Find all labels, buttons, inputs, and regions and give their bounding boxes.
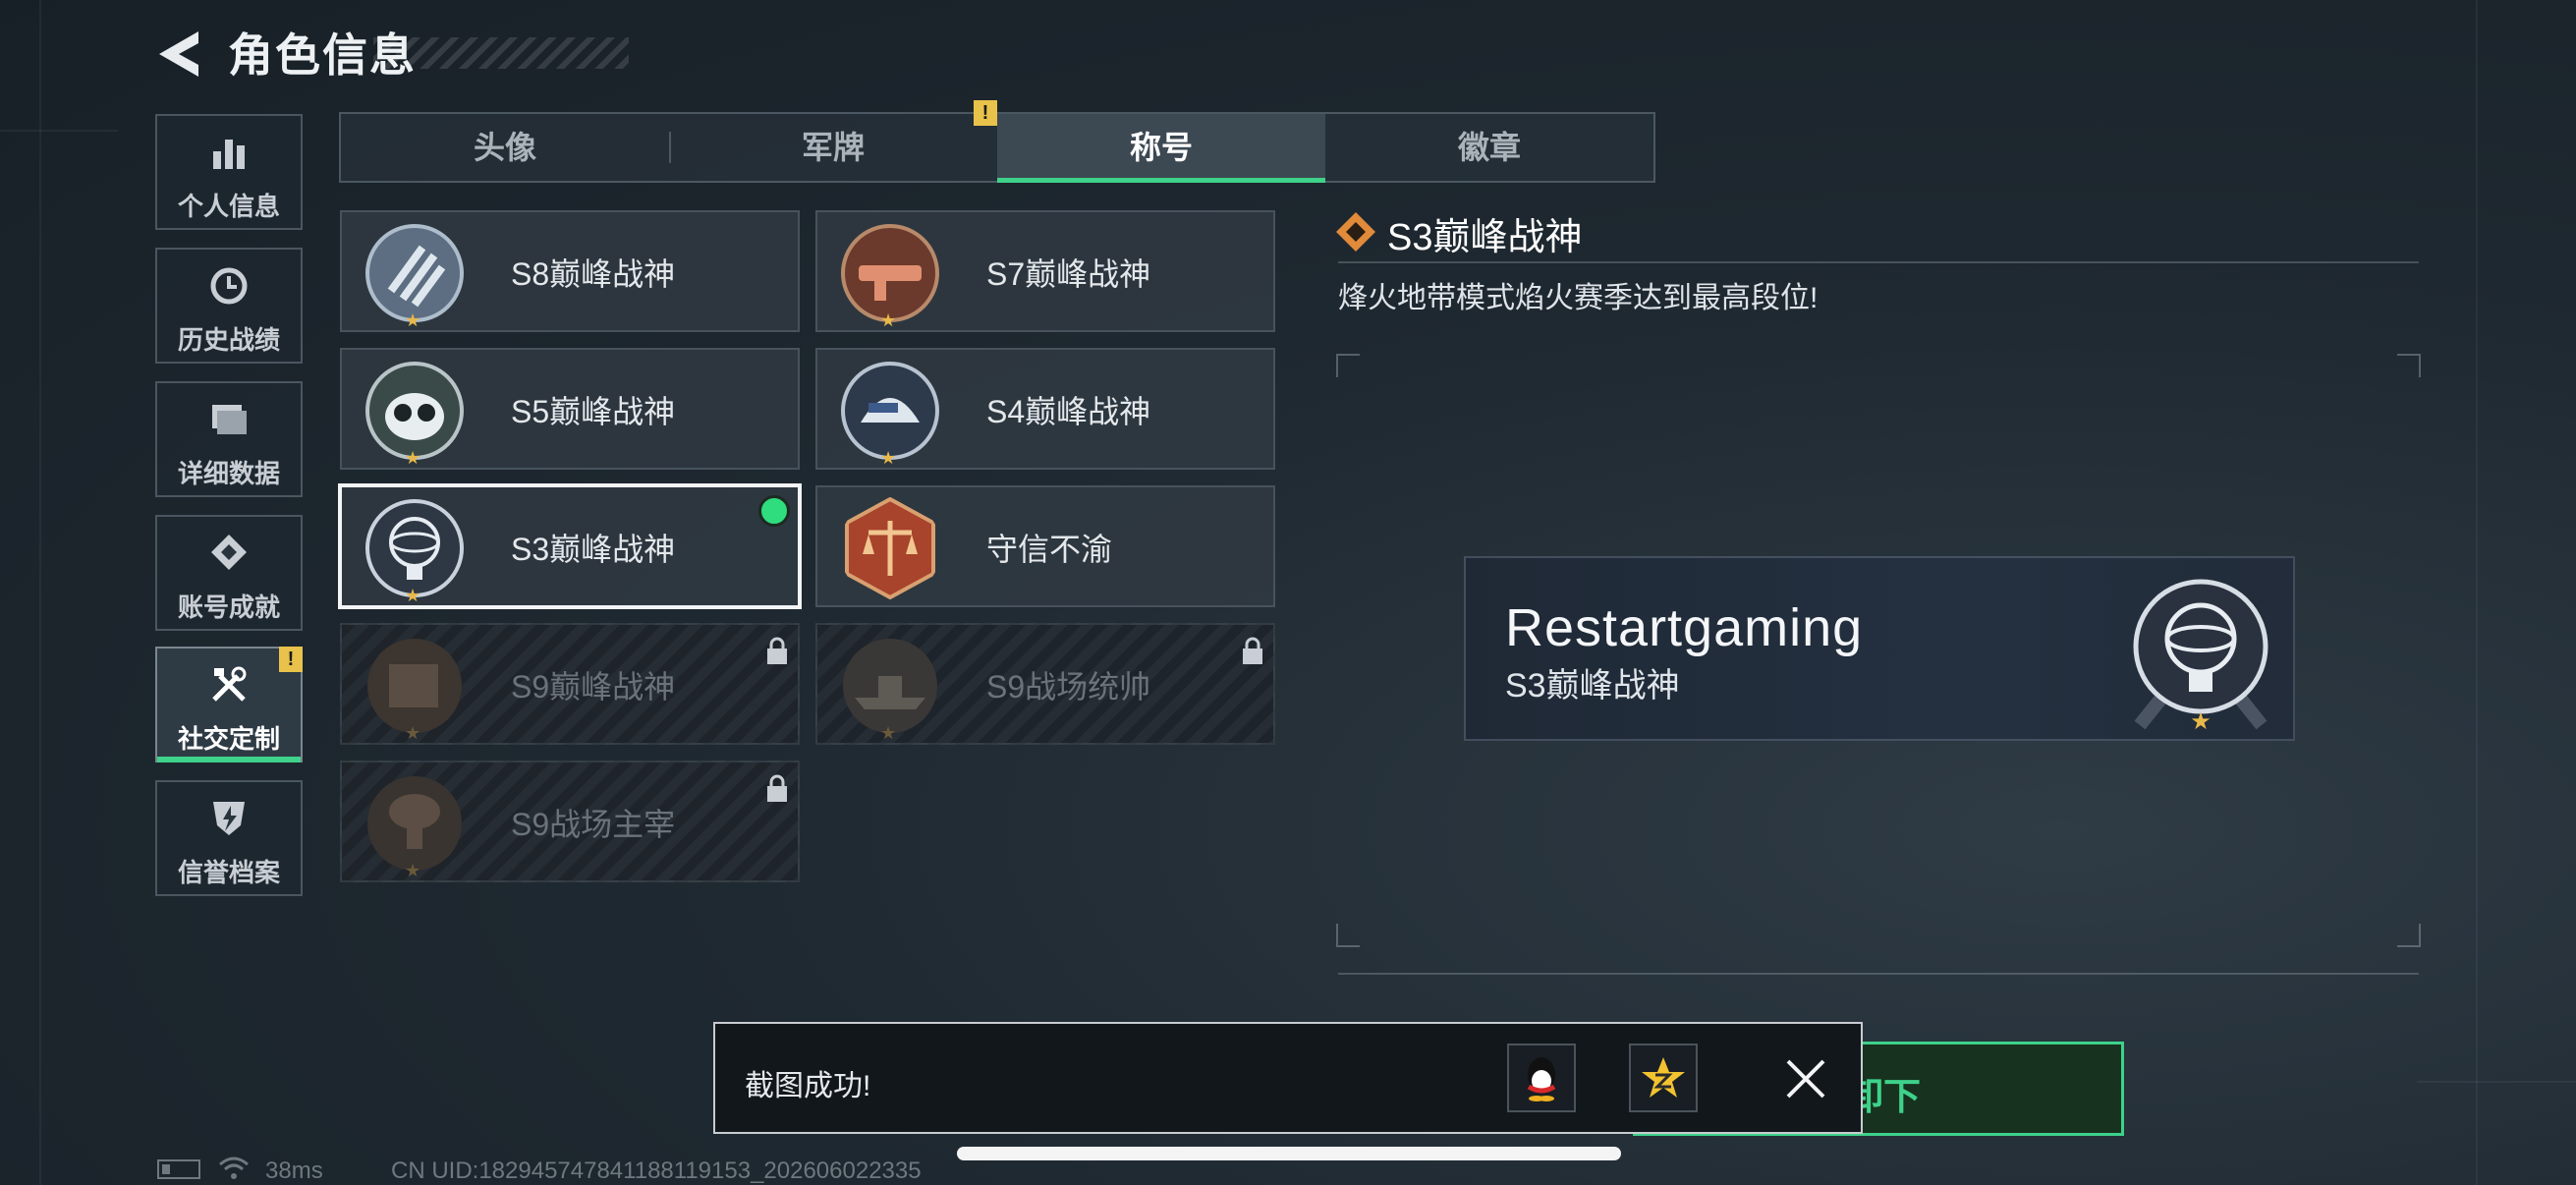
s3-emblem-icon: ★ bbox=[2133, 579, 2268, 735]
title-card-s5[interactable]: ★ S5巅峰战神 bbox=[340, 348, 800, 470]
sidebar-item-social[interactable]: 社交定制 ! bbox=[155, 647, 303, 762]
frame-corner bbox=[2397, 354, 2421, 377]
lock-icon bbox=[767, 637, 787, 664]
sidebar-item-label: 详细数据 bbox=[177, 459, 280, 488]
qq-icon bbox=[1527, 1057, 1556, 1101]
ping-text: 38ms bbox=[265, 1157, 323, 1184]
home-indicator[interactable] bbox=[957, 1147, 1621, 1160]
preview-title: S3巅峰战神 bbox=[1505, 667, 1680, 705]
folder-icon bbox=[157, 399, 301, 440]
svg-text:★: ★ bbox=[2190, 707, 2212, 735]
sidebar-item-label: 社交定制 bbox=[177, 724, 280, 754]
qzone-star-icon bbox=[1642, 1057, 1685, 1098]
s9-emblem-icon bbox=[367, 639, 462, 733]
sidebar-item-achievements[interactable]: 账号成就 bbox=[155, 515, 303, 631]
frame-corner bbox=[1336, 354, 1360, 377]
history-icon bbox=[157, 265, 301, 307]
equipped-indicator bbox=[758, 495, 790, 527]
sidebar-item-history[interactable]: 历史战绩 bbox=[155, 248, 303, 364]
alert-badge: ! bbox=[279, 647, 303, 672]
title-card-s8[interactable]: ★ S8巅峰战神 bbox=[340, 210, 800, 332]
bg-grid-line bbox=[2476, 0, 2478, 1185]
mushroom-cloud-emblem-icon bbox=[367, 776, 462, 871]
battery-icon bbox=[157, 1159, 200, 1179]
divider bbox=[1338, 261, 2419, 263]
active-indicator bbox=[157, 757, 301, 762]
title-diamond-icon bbox=[1336, 212, 1375, 252]
title-card-s9-commander[interactable]: ★ S9战场统帅 bbox=[815, 623, 1275, 745]
sidebar-item-credit[interactable]: 信誉档案 bbox=[155, 780, 303, 896]
detail-title: S3巅峰战神 bbox=[1387, 217, 1583, 258]
title-name: S5巅峰战神 bbox=[511, 394, 676, 429]
tab-badge[interactable]: 徽章 bbox=[1325, 114, 1653, 181]
star-icon: ★ bbox=[405, 723, 421, 743]
title-name: S9战场主宰 bbox=[511, 807, 676, 842]
category-tabs: 头像 军牌 称号 徽章 bbox=[339, 112, 1655, 183]
tab-title[interactable]: 称号 bbox=[997, 114, 1325, 183]
title-name: S8巅峰战神 bbox=[511, 256, 676, 292]
title-card-s9-peak[interactable]: ★ S9巅峰战神 bbox=[340, 623, 800, 745]
sidebar-item-label: 信誉档案 bbox=[177, 858, 280, 887]
title-card-s3[interactable]: ★ S3巅峰战神 bbox=[338, 483, 802, 609]
title-name: S4巅峰战神 bbox=[986, 394, 1151, 429]
title-preview-banner: Restartgaming S3巅峰战神 ★ bbox=[1464, 556, 2295, 741]
back-arrow-icon[interactable] bbox=[155, 28, 204, 81]
tab-dogtag[interactable]: 军牌 bbox=[669, 114, 997, 181]
s4-emblem-icon bbox=[841, 362, 939, 460]
bg-grid-line bbox=[2417, 1081, 2576, 1083]
star-icon: ★ bbox=[405, 586, 421, 605]
title-decoration bbox=[373, 37, 629, 69]
shield-icon bbox=[157, 798, 301, 839]
lock-icon bbox=[1243, 637, 1262, 664]
sidebar-item-label: 历史战绩 bbox=[177, 325, 280, 355]
wifi-icon bbox=[219, 1157, 249, 1179]
frame-corner bbox=[1336, 924, 1360, 947]
title-card-trust[interactable]: 守信不渝 bbox=[815, 485, 1275, 607]
title-card-s4[interactable]: ★ S4巅峰战神 bbox=[815, 348, 1275, 470]
qq-share-button[interactable] bbox=[1507, 1044, 1576, 1112]
title-card-s7[interactable]: ★ S7巅峰战神 bbox=[815, 210, 1275, 332]
scales-emblem-icon bbox=[845, 497, 935, 599]
lock-icon bbox=[767, 774, 787, 802]
s8-emblem-icon bbox=[365, 224, 464, 322]
bg-grid-line bbox=[39, 0, 41, 1185]
medal-icon bbox=[157, 533, 301, 574]
star-icon: ★ bbox=[880, 310, 897, 330]
s3-emblem-icon bbox=[365, 499, 464, 597]
title-name: S9巅峰战神 bbox=[511, 669, 676, 705]
divider bbox=[1338, 973, 2419, 975]
screenshot-toast: 截图成功! bbox=[713, 1022, 1863, 1134]
toast-message: 截图成功! bbox=[745, 1070, 871, 1102]
title-name: S3巅峰战神 bbox=[511, 532, 676, 567]
frame-corner bbox=[2397, 924, 2421, 947]
bar-chart-icon bbox=[157, 132, 301, 173]
tab-alert-badge: ! bbox=[974, 100, 997, 126]
sidebar-item-label: 个人信息 bbox=[177, 192, 280, 221]
star-icon: ★ bbox=[405, 448, 421, 468]
uid-text: CN UID:182945747841188119153_20260602233… bbox=[391, 1157, 922, 1184]
star-icon: ★ bbox=[880, 723, 897, 743]
player-name: Restartgaming bbox=[1505, 598, 1864, 657]
sidebar-item-details[interactable]: 详细数据 bbox=[155, 381, 303, 497]
title-card-s9-dominator[interactable]: ★ S9战场主宰 bbox=[340, 761, 800, 882]
qzone-share-button[interactable] bbox=[1629, 1044, 1698, 1112]
s5-emblem-icon bbox=[365, 362, 464, 460]
sidebar-item-label: 账号成就 bbox=[177, 592, 280, 622]
bg-grid-line bbox=[0, 130, 118, 132]
tab-avatar[interactable]: 头像 bbox=[341, 114, 669, 181]
detail-description: 烽火地带模式焰火赛季达到最高段位! bbox=[1338, 282, 1819, 314]
title-name: S9战场统帅 bbox=[986, 669, 1151, 705]
star-icon: ★ bbox=[405, 310, 421, 330]
star-icon: ★ bbox=[880, 448, 897, 468]
close-icon[interactable] bbox=[1782, 1055, 1829, 1102]
title-name: S7巅峰战神 bbox=[986, 256, 1151, 292]
warship-emblem-icon bbox=[843, 639, 937, 733]
sidebar-item-profile[interactable]: 个人信息 bbox=[155, 114, 303, 230]
s7-emblem-icon bbox=[841, 224, 939, 322]
star-icon: ★ bbox=[405, 861, 421, 880]
title-name: 守信不渝 bbox=[986, 532, 1113, 567]
